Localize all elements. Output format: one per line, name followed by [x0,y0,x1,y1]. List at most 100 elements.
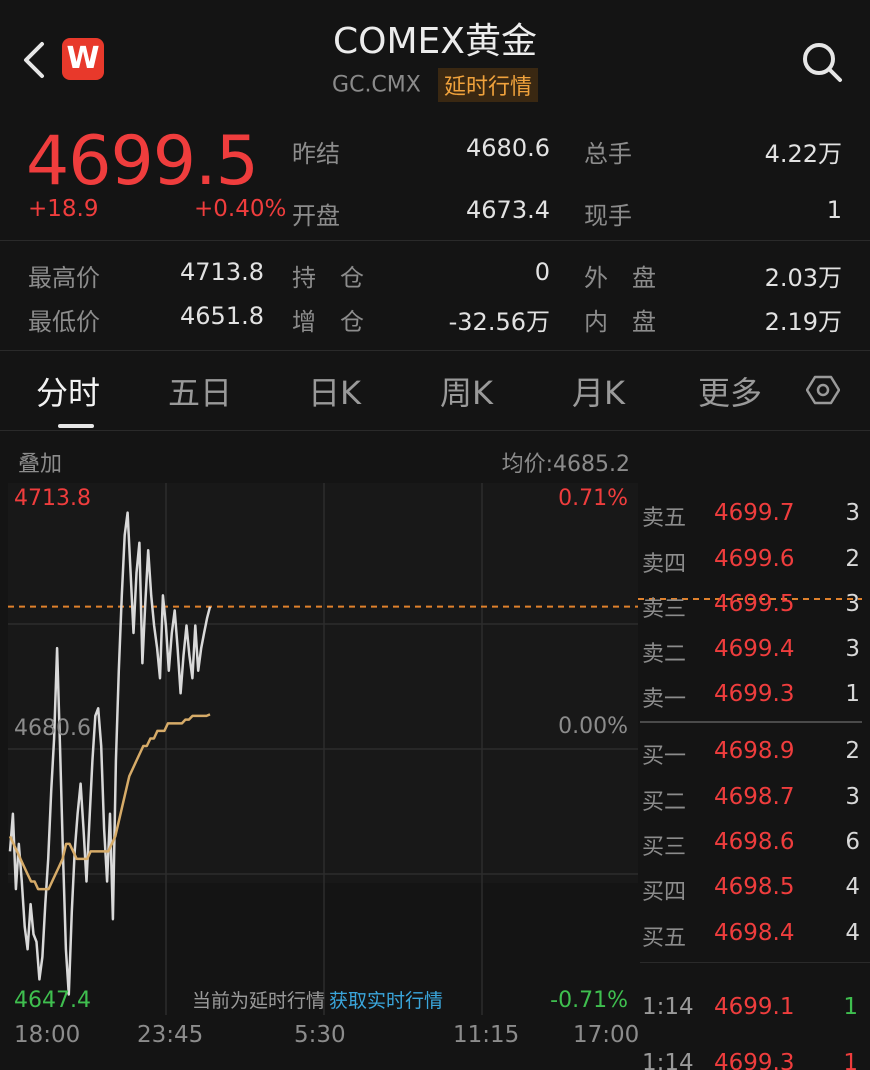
low-label: 最低价 [28,308,100,336]
quote-divider [0,240,870,241]
ask-row[interactable]: 卖二 4699.4 3 [640,630,870,675]
pct-axis-high: 0.71% [558,486,628,511]
ask-row[interactable]: 卖一 4699.3 1 [640,675,870,720]
open-interest-label: 持 仓 [292,264,364,292]
tick-volume: 1 [843,1050,858,1070]
pct-axis-mid: 0.00% [558,714,628,739]
bid-label: 买四 [642,880,687,905]
overlay-button[interactable]: 叠加 [18,446,62,478]
tick-time: 1:14 [642,994,694,1020]
tab-monthly-k[interactable]: 月K [572,368,625,414]
prev-settle-label: 昨结 [292,140,340,168]
ask-volume: 1 [845,681,860,707]
ask-price: 4699.7 [714,500,795,526]
tab-weekly-k[interactable]: 周K [440,368,493,414]
time-tick: 17:00 [573,1022,640,1048]
bid-volume: 2 [845,738,860,764]
bid-label: 买一 [642,744,687,769]
subtitle-row: GC.CMX 延时行情 [0,68,870,102]
tick-time: 1:14 [642,1050,694,1070]
open-label: 开盘 [292,202,340,230]
bid-price: 4698.4 [714,920,795,946]
pct-axis-low: -0.71% [550,988,628,1013]
ask-row[interactable]: 卖五 4699.7 3 [640,494,870,539]
tick-price: 4699.3 [714,1050,795,1070]
price-change-pct: +0.40% [194,196,287,222]
ask-label: 卖四 [642,552,687,577]
ask-label: 卖一 [642,687,687,712]
outer-volume-value: 2.03万 [764,264,842,292]
prev-settle-value: 4680.6 [466,134,550,162]
bid-row[interactable]: 买三 4698.6 6 [640,823,870,868]
tab-intraday[interactable]: 分时 [36,368,100,414]
oi-change-value: -32.56万 [448,308,550,336]
time-tick: 5:30 [294,1022,346,1048]
tab-more[interactable]: 更多 [698,368,762,414]
ask-row[interactable]: 卖三 4699.5 3 [640,585,870,630]
ask-volume: 3 [845,591,860,617]
tab-five-day[interactable]: 五日 [168,368,232,414]
ticks-divider [640,962,870,963]
bid-row[interactable]: 买五 4698.4 4 [640,914,870,959]
time-tick: 18:00 [14,1022,81,1048]
stats-divider [0,350,870,351]
bid-volume: 4 [845,874,860,900]
time-tick: 11:15 [453,1022,520,1048]
header: W COMEX黄金 GC.CMX 延时行情 [0,0,870,112]
avg-price-readout: 均价:4685.2 [501,452,630,477]
bid-label: 买五 [642,926,687,951]
bid-label: 买二 [642,790,687,815]
inner-volume-label: 内 盘 [584,308,656,336]
bid-volume: 3 [845,784,860,810]
bid-row[interactable]: 买一 4698.9 2 [640,732,870,777]
y-axis-mid: 4680.6 [14,716,91,741]
bid-row[interactable]: 买四 4698.5 4 [640,868,870,913]
bid-price: 4698.9 [714,738,795,764]
low-value: 4651.8 [180,302,264,330]
price-change: +18.9 [28,196,99,222]
delay-notice-text: 当前为延时行情 [192,990,326,1012]
bid-volume: 4 [845,920,860,946]
bid-price: 4698.7 [714,784,795,810]
ask-volume: 3 [845,500,860,526]
ask-row[interactable]: 卖四 4699.6 2 [640,540,870,585]
y-axis-high: 4713.8 [14,486,91,511]
realtime-quote-link[interactable]: 获取实时行情 [329,990,443,1012]
delay-notice: 当前为延时行情 获取实时行情 [192,986,443,1013]
ask-price: 4699.4 [714,636,795,662]
ask-label: 卖二 [642,642,687,667]
symbol-code: GC.CMX [332,72,421,98]
tick-price: 4699.1 [714,994,795,1020]
inner-volume-value: 2.19万 [764,308,842,336]
bid-row[interactable]: 买二 4698.7 3 [640,778,870,823]
bid-label: 买三 [642,835,687,860]
tabs-divider [0,430,870,431]
ask-price: 4699.5 [714,591,795,617]
outer-volume-label: 外 盘 [584,264,656,292]
bid-volume: 6 [845,829,860,855]
oi-change-label: 增 仓 [292,308,364,336]
trade-tick-row: 1:14 4699.3 1 [640,1044,870,1070]
time-tick: 23:45 [137,1022,204,1048]
open-interest-value: 0 [534,258,550,286]
high-label: 最高价 [28,264,100,292]
ask-volume: 2 [845,546,860,572]
current-volume-label: 现手 [584,202,632,230]
y-axis-low: 4647.4 [14,988,91,1013]
page-title: COMEX黄金 [333,21,537,62]
ask-price: 4699.3 [714,681,795,707]
active-tab-indicator [58,424,94,428]
tick-volume: 1 [843,994,858,1020]
intraday-chart[interactable] [8,483,638,1015]
ask-price: 4699.6 [714,546,795,572]
delayed-quote-badge: 延时行情 [437,68,538,102]
ask-label: 卖三 [642,597,687,622]
open-value: 4673.4 [466,196,550,224]
trade-tick-row: 1:14 4699.1 1 [640,988,870,1033]
high-value: 4713.8 [180,258,264,286]
tab-daily-k[interactable]: 日K [308,368,361,414]
settings-icon[interactable] [806,373,840,407]
bid-price: 4698.5 [714,874,795,900]
orderbook-divider [640,721,862,723]
search-icon[interactable] [800,40,844,84]
